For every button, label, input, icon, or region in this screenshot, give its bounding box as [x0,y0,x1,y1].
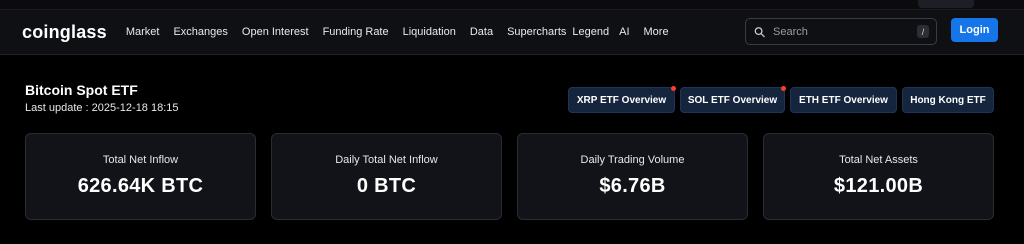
nav-more[interactable]: More [644,26,669,38]
nav-exchanges[interactable]: Exchanges [173,26,227,38]
last-update: Last update : 2025-12-18 18:15 [25,102,179,114]
search-input[interactable] [771,24,918,39]
stat-card-total-net-assets: Total Net Assets $121.00B [763,133,994,220]
search-icon [754,26,765,37]
stat-label: Daily Trading Volume [580,154,685,166]
stat-value: $6.76B [599,175,666,197]
stat-value: 0 BTC [356,175,417,197]
stat-label: Daily Total Net Inflow [335,154,438,166]
navbar: coinglass Market Exchanges Open Interest… [0,10,1024,55]
stat-label: Total Net Inflow [102,154,179,166]
language-selector[interactable] [918,0,974,8]
search-box[interactable]: / [745,18,937,45]
button-label: XRP ETF Overview [576,94,667,106]
site-logo[interactable]: coinglass [22,22,107,43]
hong-kong-etf-button[interactable]: Hong Kong ETF [902,87,994,113]
top-utility-bar [0,0,1024,10]
nav-supercharts[interactable]: Supercharts [507,26,566,38]
stat-label: Total Net Assets [839,154,918,166]
stat-value: 626.64K BTC [77,175,204,197]
eth-etf-overview-button[interactable]: ETH ETF Overview [790,87,897,113]
new-indicator-dot [671,86,676,91]
search-shortcut-key: / [917,25,929,38]
xrp-etf-overview-button[interactable]: XRP ETF Overview [568,86,676,113]
stat-card-daily-trading-volume: Daily Trading Volume $6.76B [517,133,748,220]
nav-liquidation[interactable]: Liquidation [403,26,456,38]
stat-value: $121.00B [833,175,924,197]
stat-card-total-net-inflow: Total Net Inflow 626.64K BTC [25,133,256,220]
page-title: Bitcoin Spot ETF [25,82,138,98]
main-nav: Market Exchanges Open Interest Funding R… [126,26,683,38]
nav-ai[interactable]: AI [619,26,629,38]
button-label: ETH ETF Overview [799,94,888,106]
button-label: Hong Kong ETF [910,94,986,106]
nav-market[interactable]: Market [126,26,160,38]
nav-legend[interactable]: Legend [572,26,609,38]
sol-etf-overview-button[interactable]: SOL ETF Overview [680,86,786,113]
button-label: SOL ETF Overview [687,94,778,106]
new-indicator-dot [781,86,786,91]
nav-open-interest[interactable]: Open Interest [242,26,309,38]
login-button[interactable]: Login [951,18,998,42]
nav-funding-rate[interactable]: Funding Rate [323,26,389,38]
stat-card-daily-total-net-inflow: Daily Total Net Inflow 0 BTC [271,133,502,220]
nav-data[interactable]: Data [470,26,493,38]
